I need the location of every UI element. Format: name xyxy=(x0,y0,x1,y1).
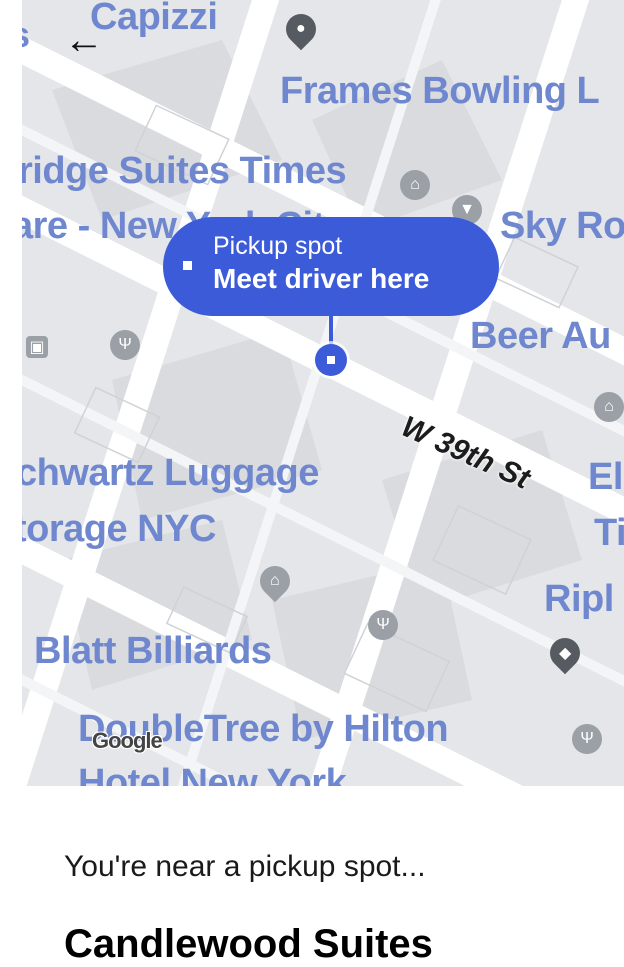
map-label: Sky Ro xyxy=(500,205,624,247)
status-text: You're near a pickup spot... xyxy=(64,850,426,883)
map-label: s xyxy=(22,14,30,56)
google-attribution: Google xyxy=(92,728,163,753)
hotel-icon[interactable]: ⌂ xyxy=(400,170,430,200)
map-label: Blatt Billiards xyxy=(34,630,272,672)
map-label: torage NYC xyxy=(22,508,216,550)
pickup-square-icon xyxy=(183,261,192,270)
map-label: El xyxy=(588,456,623,498)
restaurant-icon[interactable]: Ψ xyxy=(572,724,602,754)
pickup-location-marker[interactable] xyxy=(315,344,347,376)
map-label: Ripl xyxy=(544,578,614,620)
map-label: ridge Suites Times xyxy=(22,150,347,192)
restaurant-icon[interactable]: Ψ xyxy=(110,330,140,360)
pickup-place-title: Candlewood Suites xyxy=(64,922,433,966)
hotel-icon[interactable]: ⌂ xyxy=(594,392,624,422)
map-label: Beer Au xyxy=(470,315,611,357)
pickup-instruction: Meet driver here xyxy=(213,263,430,294)
map-label: Ti xyxy=(594,512,624,554)
map-label: Frames Bowling L xyxy=(280,70,600,112)
restaurant-icon[interactable]: Ψ xyxy=(368,610,398,640)
map-label: Capizzi xyxy=(90,0,218,38)
map-view[interactable]: s Capizzi Frames Bowling L ridge Suites … xyxy=(22,0,624,786)
pickup-spot-label: Pickup spot xyxy=(213,232,343,260)
pickup-spot-bubble[interactable]: Pickup spot Meet driver here xyxy=(163,217,499,316)
transit-icon[interactable]: ▣ xyxy=(26,336,48,358)
map-label: chwartz Luggage xyxy=(22,452,319,494)
map-label: Hotel New York xyxy=(78,762,347,786)
back-arrow-icon[interactable]: ← xyxy=(62,18,106,62)
